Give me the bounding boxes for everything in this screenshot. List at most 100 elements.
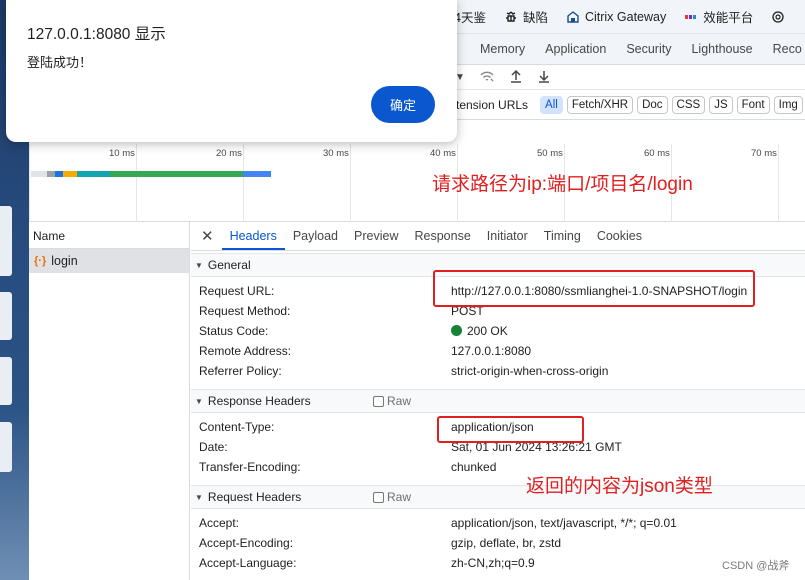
- header-value: gzip, deflate, br, zstd: [451, 536, 562, 550]
- details-tab-bar: ✕ Headers Payload Preview Response Initi…: [191, 222, 805, 251]
- filter-css[interactable]: CSS: [671, 95, 706, 114]
- close-icon[interactable]: ✕: [201, 227, 214, 245]
- grid-line: [350, 144, 351, 222]
- header-key: Remote Address:: [199, 344, 292, 358]
- tab-initiator[interactable]: Initiator: [479, 223, 536, 249]
- filter-js[interactable]: JS: [709, 95, 733, 114]
- request-row-login[interactable]: {·} login: [29, 249, 189, 273]
- timeline-tick: 50 ms: [537, 148, 563, 159]
- bookmark-item[interactable]: 缺陷: [504, 7, 548, 26]
- name-column-header[interactable]: Name: [29, 222, 189, 249]
- hide-extension-urls-label[interactable]: tension URLs: [456, 98, 528, 112]
- status-code: 200 OK: [467, 324, 508, 338]
- triangle-down-icon: ▼: [195, 260, 203, 270]
- checkbox[interactable]: [373, 491, 384, 503]
- timeline-tick: 20 ms: [216, 148, 242, 159]
- grid-line: [136, 144, 137, 222]
- header-row: Accept: application/json, text/javascrip…: [191, 513, 805, 533]
- xhr-icon: {·}: [34, 255, 47, 267]
- tab-recorder[interactable]: Reco: [763, 42, 805, 56]
- bookmark-item[interactable]: 4天鉴: [454, 7, 486, 26]
- header-key: Date:: [199, 440, 228, 454]
- page-fragment: [0, 422, 12, 472]
- timing-bar-segment: [55, 171, 63, 177]
- section-title: Response Headers: [207, 394, 311, 408]
- tab-payload[interactable]: Payload: [285, 223, 346, 249]
- upload-icon[interactable]: [509, 69, 523, 86]
- tab-lighthouse[interactable]: Lighthouse: [681, 42, 762, 56]
- raw-label: Raw: [387, 394, 412, 408]
- triangle-down-icon: ▼: [195, 492, 203, 502]
- header-key: Request URL:: [199, 284, 275, 298]
- citrix-icon: [566, 10, 580, 24]
- grid-line: [29, 144, 30, 222]
- header-key: Accept-Language:: [199, 556, 297, 570]
- url-highlight-box: [433, 270, 755, 307]
- tab-timing[interactable]: Timing: [536, 223, 589, 249]
- status-ok-icon: [451, 325, 462, 336]
- status-value: 200 OK: [451, 324, 508, 338]
- request-list: Name {·} login: [29, 222, 190, 580]
- filter-img[interactable]: Img: [773, 95, 803, 114]
- tab-cookies[interactable]: Cookies: [589, 223, 650, 249]
- triangle-down-icon: ▼: [195, 396, 203, 406]
- content-type-highlight-box: [437, 416, 584, 443]
- timing-bar-segment: [47, 171, 55, 177]
- header-key: Request Method:: [199, 304, 291, 318]
- response-headers-section-header[interactable]: ▼ Response Headers Raw: [191, 389, 805, 413]
- timeline-tick: 60 ms: [644, 148, 670, 159]
- grid-line: [778, 144, 779, 222]
- bookmark-item[interactable]: [771, 10, 785, 24]
- filter-fetch-xhr[interactable]: Fetch/XHR: [566, 95, 634, 114]
- tab-preview[interactable]: Preview: [346, 223, 406, 249]
- bookmark-item-label: 效能平台: [703, 11, 754, 25]
- bookmark-item[interactable]: Citrix Gateway: [566, 10, 666, 24]
- header-row: Referrer Policy: strict-origin-when-cros…: [191, 361, 805, 381]
- header-value: strict-origin-when-cross-origin: [451, 364, 609, 378]
- timing-bar-segment: [243, 171, 271, 177]
- platform-icon: [684, 10, 698, 24]
- header-value: application/json, text/javascript, */*; …: [451, 516, 677, 530]
- alert-dialog: 127.0.0.1:8080 显示 登陆成功！ 确定: [6, 0, 457, 142]
- header-row: Status Code: 200 OK: [191, 321, 805, 341]
- bug-icon: [504, 10, 518, 24]
- page-fragment: [0, 357, 12, 405]
- timing-bar-segment: [110, 171, 243, 177]
- timeline-tick: 30 ms: [323, 148, 349, 159]
- ok-button[interactable]: 确定: [371, 86, 435, 123]
- raw-toggle[interactable]: Raw: [373, 490, 411, 504]
- header-value: chunked: [451, 460, 497, 474]
- tab-response[interactable]: Response: [406, 223, 478, 249]
- timing-bar-segment: [63, 171, 77, 177]
- timing-bar-segment: [31, 171, 47, 177]
- timeline-tick: 70 ms: [751, 148, 777, 159]
- timeline-tick: 40 ms: [430, 148, 456, 159]
- grid-line: [243, 144, 244, 222]
- header-value: 127.0.0.1:8080: [451, 344, 532, 358]
- tab-security[interactable]: Security: [616, 42, 681, 56]
- header-key: Transfer-Encoding:: [199, 460, 301, 474]
- request-name: login: [51, 254, 78, 268]
- filter-font[interactable]: Font: [736, 95, 770, 114]
- section-title: Request Headers: [207, 490, 302, 504]
- bookmark-item[interactable]: 效能平台: [684, 7, 753, 26]
- tab-application[interactable]: Application: [535, 42, 616, 56]
- bookmark-item-label: 缺陷: [522, 11, 548, 25]
- header-row: Accept-Encoding: gzip, deflate, br, zstd: [191, 533, 805, 553]
- header-key: Accept-Encoding:: [199, 536, 294, 550]
- header-row: Accept-Language: zh-CN,zh;q=0.9: [191, 553, 805, 573]
- raw-toggle[interactable]: Raw: [373, 394, 411, 408]
- filter-all[interactable]: All: [540, 95, 563, 114]
- filter-doc[interactable]: Doc: [637, 95, 668, 114]
- timeline-tick: 10 ms: [109, 148, 135, 159]
- checkbox[interactable]: [373, 395, 384, 407]
- openai-icon: [771, 10, 785, 24]
- dialog-message: 登陆成功！: [27, 55, 93, 70]
- tab-headers[interactable]: Headers: [221, 223, 285, 250]
- header-row: Remote Address: 127.0.0.1:8080: [191, 341, 805, 361]
- watermark: CSDN @战斧: [722, 560, 790, 572]
- raw-label: Raw: [387, 490, 412, 504]
- download-icon[interactable]: [537, 69, 551, 86]
- tab-memory[interactable]: Memory: [470, 42, 535, 56]
- network-conditions-icon[interactable]: [479, 69, 495, 86]
